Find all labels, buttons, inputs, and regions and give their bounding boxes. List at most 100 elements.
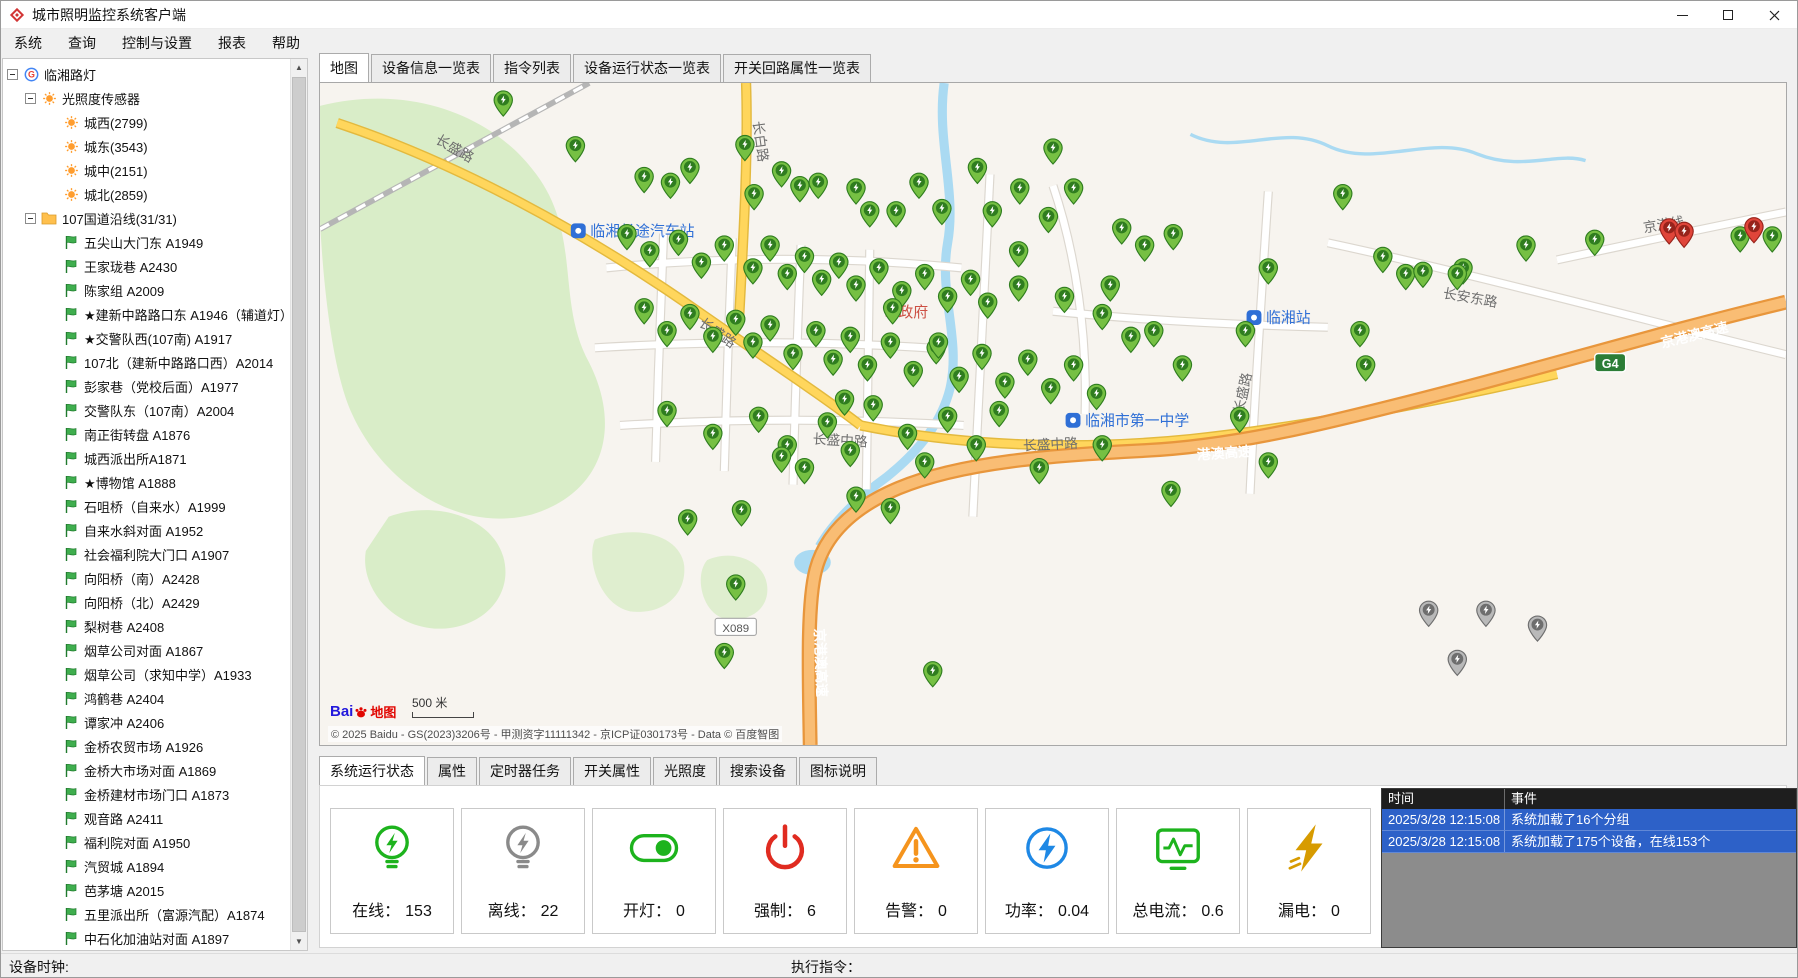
tree-item-label: 观音路 A2411	[84, 809, 163, 828]
tree-device[interactable]: 中石化加油站对面 A1897	[7, 926, 288, 948]
tree-device[interactable]: 彭家巷（党校后面）A1977	[7, 374, 288, 398]
tree-device[interactable]: 金桥建材市场门口 A1873	[7, 782, 288, 806]
tree-device[interactable]: 芭茅塘 A2015	[7, 878, 288, 902]
bottom-tab[interactable]: 开关属性	[573, 757, 651, 785]
map-tab[interactable]: 指令列表	[493, 54, 571, 82]
tree-item-label: 城西派出所A1871	[84, 449, 187, 468]
device-flag-icon	[64, 691, 78, 706]
tree-device[interactable]: ★交警队西(107南) A1917	[7, 326, 288, 350]
map-view[interactable]: 长盛路长白路长盛路临湘长途汽车站市政府临湘站临湘市第一中学长安东路长盛中路长盛中…	[319, 82, 1787, 746]
tree-device[interactable]: ★建新中路路口东 A1946（辅道灯）	[7, 302, 288, 326]
tree-item-label: 临湘路灯	[44, 65, 96, 84]
tree-expander-icon[interactable]	[25, 213, 36, 224]
folder-icon-wrap	[41, 210, 57, 226]
app-logo-icon	[9, 7, 25, 23]
tree-device[interactable]: 107北（建新中路路口西）A2014	[7, 350, 288, 374]
menu-item[interactable]: 控制与设置	[109, 29, 205, 57]
tree-item-label: 福利院对面 A1950	[84, 833, 190, 852]
tree-device[interactable]: 鸿鹤巷 A2404	[7, 686, 288, 710]
bottom-tab[interactable]: 图标说明	[799, 757, 877, 785]
tree-item-label: 金桥建材市场门口 A1873	[84, 785, 229, 804]
map-tab[interactable]: 设备运行状态一览表	[573, 54, 721, 82]
status-card-meter: 总电流：0.6	[1116, 808, 1240, 934]
tree-expander-icon[interactable]	[25, 93, 36, 104]
globe-icon-wrap: G	[23, 66, 39, 82]
scroll-thumb[interactable]	[292, 77, 306, 932]
map-road-label: 长盛中路	[1023, 436, 1079, 454]
tree-group[interactable]: 光照度传感器	[7, 86, 288, 110]
device-flag-icon	[64, 595, 78, 610]
bottom-tab[interactable]: 搜索设备	[719, 757, 797, 785]
tree-device[interactable]: ★博物馆 A1888	[7, 470, 288, 494]
map-tab[interactable]: 开关回路属性一览表	[723, 54, 871, 82]
tree-expander-icon[interactable]	[7, 69, 18, 80]
tree-device[interactable]: 汽贸城 A1894	[7, 854, 288, 878]
light-sensor-icon	[64, 163, 79, 178]
bottom-tab-strip: 系统运行状态属性定时器任务开关属性光照度搜索设备图标说明	[319, 761, 879, 785]
menu-item[interactable]: 系统	[1, 29, 55, 57]
tree-device[interactable]: 自来水斜对面 A1952	[7, 518, 288, 542]
flag-icon-wrap	[63, 906, 79, 922]
menu-item[interactable]: 查询	[55, 29, 109, 57]
flag-icon-wrap	[63, 474, 79, 490]
device-flag-icon	[64, 403, 78, 418]
device-flag-icon	[64, 883, 78, 898]
tree-device[interactable]: 五尖山大门东 A1949	[7, 230, 288, 254]
map-attribution: © 2025 Baidu - GS(2023)3206号 - 甲测资字11111…	[328, 726, 782, 742]
tree-device[interactable]: 城中(2151)	[7, 158, 288, 182]
tree-device[interactable]: 金桥大市场对面 A1869	[7, 758, 288, 782]
minimize-button[interactable]	[1659, 1, 1705, 29]
log-col-event: 事件	[1504, 789, 1796, 809]
tree-device[interactable]: 陈家组 A2009	[7, 278, 288, 302]
device-flag-icon	[64, 259, 78, 274]
tree-scrollbar[interactable]: ▲ ▼	[290, 59, 307, 950]
svg-text:X089: X089	[722, 623, 749, 635]
menu-item[interactable]: 帮助	[259, 29, 313, 57]
tree-device[interactable]: 梨树巷 A2408	[7, 614, 288, 638]
tree-device[interactable]: 五里派出所（富源汽配）A1874	[7, 902, 288, 926]
tree-device[interactable]: 城西(2799)	[7, 110, 288, 134]
tree-device[interactable]: 烟草公司（求知中学）A1933	[7, 662, 288, 686]
tree-root[interactable]: G 临湘路灯	[7, 62, 288, 86]
tree-device[interactable]: 金桥农贸市场 A1926	[7, 734, 288, 758]
tree-device[interactable]: 社会福利院大门口 A1907	[7, 542, 288, 566]
bulb-off-icon	[496, 821, 550, 880]
device-flag-icon	[64, 379, 78, 394]
tree-device[interactable]: 福利院对面 A1950	[7, 830, 288, 854]
map-tab[interactable]: 设备信息一览表	[371, 54, 491, 82]
tree-device[interactable]: 谭家冲 A2406	[7, 710, 288, 734]
close-button[interactable]	[1751, 1, 1797, 29]
menu-item[interactable]: 报表	[205, 29, 259, 57]
tree-device[interactable]: 交警队东（107南）A2004	[7, 398, 288, 422]
tree-device[interactable]: 王家珑巷 A2430	[7, 254, 288, 278]
flag-icon-wrap	[63, 258, 79, 274]
status-card-text: 总电流：0.6	[1132, 897, 1223, 921]
tree-device[interactable]: 石咀桥（自来水）A1999	[7, 494, 288, 518]
bottom-tab[interactable]: 定时器任务	[479, 757, 571, 785]
tree-group[interactable]: 107国道沿线(31/31)	[7, 206, 288, 230]
bottom-tab[interactable]: 系统运行状态	[319, 756, 425, 785]
maximize-button[interactable]	[1705, 1, 1751, 29]
map-tab[interactable]: 地图	[319, 53, 369, 82]
event-log-row[interactable]: 2025/3/28 12:15:08系统加载了175个设备，在线153个	[1382, 831, 1796, 853]
device-flag-icon	[64, 523, 78, 538]
flag-icon-wrap	[63, 378, 79, 394]
tree-device[interactable]: 南正街转盘 A1876	[7, 422, 288, 446]
event-log-rows: 2025/3/28 12:15:08系统加载了16个分组2025/3/28 12…	[1382, 809, 1796, 853]
tree-device[interactable]: 城东(3543)	[7, 134, 288, 158]
event-log-row[interactable]: 2025/3/28 12:15:08系统加载了16个分组	[1382, 809, 1796, 831]
bottom-tab[interactable]: 光照度	[653, 757, 717, 785]
scroll-up-icon[interactable]: ▲	[291, 59, 307, 76]
tree-device[interactable]: 向阳桥（南）A2428	[7, 566, 288, 590]
tree-device[interactable]: 城西派出所A1871	[7, 446, 288, 470]
tree-device[interactable]: 城北(2859)	[7, 182, 288, 206]
tree-device[interactable]: 观音路 A2411	[7, 806, 288, 830]
light-sensor-icon	[64, 115, 79, 130]
tree-item-label: 梨树巷 A2408	[84, 617, 164, 636]
tree-device[interactable]: 向阳桥（北）A2429	[7, 590, 288, 614]
device-flag-icon	[64, 931, 78, 946]
tree-device[interactable]: 烟草公司对面 A1867	[7, 638, 288, 662]
tree-item-label: 南正街转盘 A1876	[84, 425, 190, 444]
scroll-down-icon[interactable]: ▼	[291, 933, 307, 950]
bottom-tab[interactable]: 属性	[427, 757, 477, 785]
